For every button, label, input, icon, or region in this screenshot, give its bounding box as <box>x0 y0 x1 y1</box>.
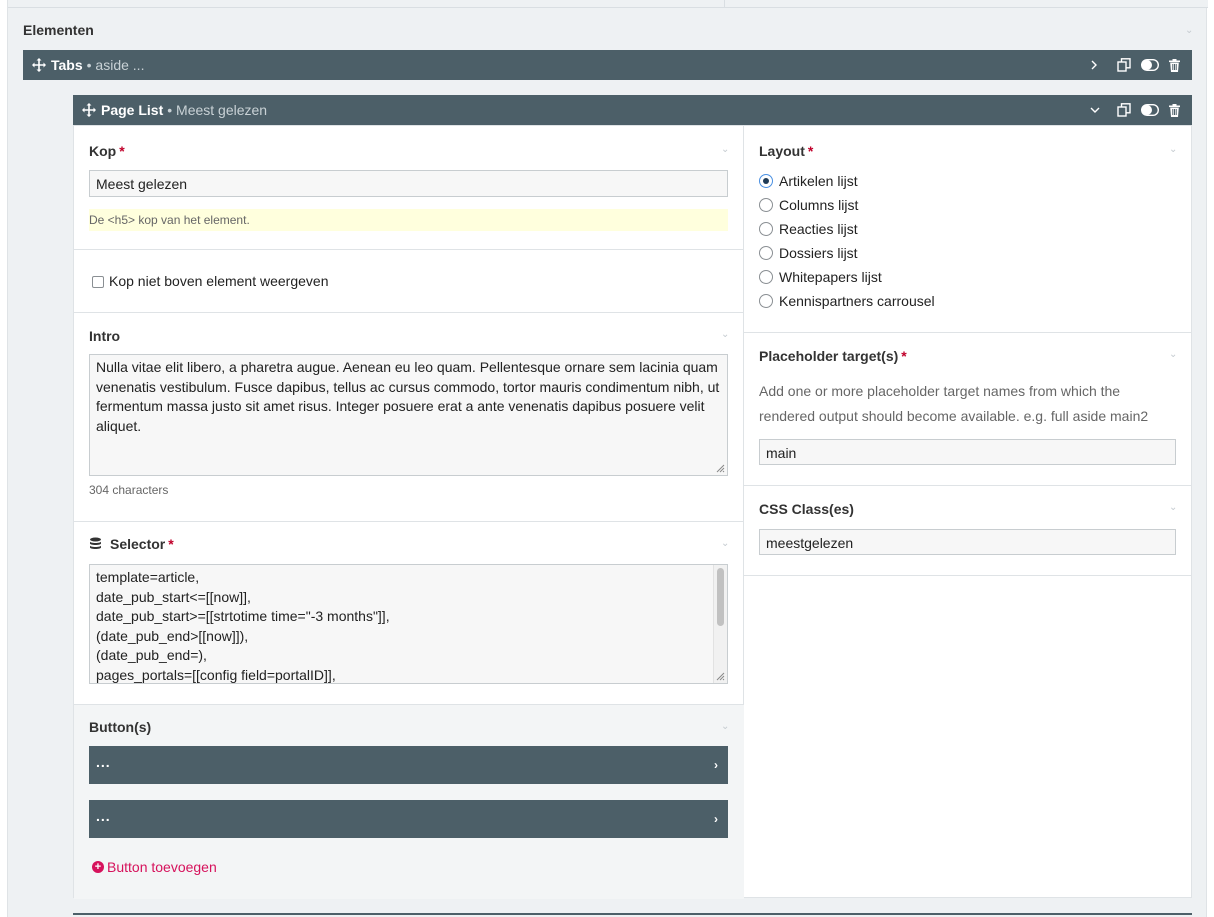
elements-panel: Elementen ⌄ Tabs • aside ... Page List •… <box>7 0 1208 917</box>
selector-scrollbar[interactable] <box>713 565 727 683</box>
scrollbar-thumb[interactable] <box>717 568 724 626</box>
button-item[interactable]: ... › <box>89 746 728 784</box>
button-item[interactable]: ... › <box>89 800 728 838</box>
radio-button[interactable] <box>759 198 773 212</box>
selector-line: date_pub_start>=[[strtotime time="-3 mon… <box>96 608 390 624</box>
resize-handle-icon[interactable] <box>716 672 725 681</box>
css-class-section: CSS Class(es) ⌄ meestgelezen <box>744 486 1192 576</box>
trash-icon[interactable] <box>1169 103 1180 117</box>
radio-button[interactable] <box>759 246 773 260</box>
chevron-down-icon[interactable] <box>1089 105 1101 115</box>
placeholder-label: Placeholder target(s) * <box>759 348 907 364</box>
pagelist-element-subtitle: • Meest gelezen <box>167 102 268 118</box>
layout-option-kennispartners[interactable]: Kennispartners carrousel <box>759 293 935 309</box>
selector-line: template=article, <box>96 569 200 585</box>
layout-label: Layout * <box>759 143 814 159</box>
right-column: Layout * ⌄ Artikelen lijst Columns lijst … <box>744 126 1192 576</box>
tabs-element-subtitle: • aside ... <box>86 57 145 73</box>
hide-heading-checkbox[interactable] <box>92 276 104 288</box>
chevron-down-icon[interactable]: ⌄ <box>721 329 729 340</box>
intro-textarea[interactable]: Nulla vitae elit libero, a pharetra augu… <box>89 354 728 476</box>
chevron-down-icon[interactable]: ⌄ <box>1169 349 1177 360</box>
move-icon[interactable] <box>31 57 47 73</box>
toggle-icon[interactable] <box>1141 104 1159 116</box>
trash-icon[interactable] <box>1169 58 1180 72</box>
add-button-label: Button toevoegen <box>107 859 217 875</box>
next-element-bar-edge <box>73 913 1192 915</box>
database-icon <box>90 537 101 549</box>
chevron-right-icon[interactable]: › <box>714 758 718 772</box>
kop-section: Kop * ⌄ Meest gelezen De <h5> kop van het… <box>74 126 743 250</box>
kop-input[interactable]: Meest gelezen <box>89 170 728 197</box>
selector-line: pages_portals=[[config field=portalID]], <box>96 666 336 683</box>
chevron-right-icon[interactable] <box>1089 59 1099 71</box>
layout-section: Layout * ⌄ Artikelen lijst Columns lijst … <box>744 126 1192 333</box>
placeholder-section: Placeholder target(s) * ⌄ Add one or more… <box>744 333 1192 486</box>
radio-button[interactable] <box>759 294 773 308</box>
move-icon[interactable] <box>81 102 97 118</box>
radio-button[interactable] <box>759 174 773 188</box>
kop-label: Kop * <box>89 143 125 159</box>
selector-line: date_pub_start<=[[now]], <box>96 588 251 605</box>
layout-option-artikelen[interactable]: Artikelen lijst <box>759 173 858 189</box>
top-strip <box>8 0 1208 8</box>
plus-circle-icon: + <box>92 861 104 873</box>
tabs-element-bar[interactable]: Tabs • aside ... <box>23 50 1192 80</box>
css-class-label: CSS Class(es) <box>759 501 854 517</box>
chevron-down-icon[interactable]: ⌄ <box>1185 25 1193 36</box>
layout-option-columns[interactable]: Columns lijst <box>759 197 858 213</box>
radio-button[interactable] <box>759 222 773 236</box>
selector-section: Selector * ⌄ template=article, date_pub_s… <box>74 522 743 705</box>
toggle-icon[interactable] <box>1141 59 1159 71</box>
add-button-link[interactable]: + Button toevoegen <box>92 859 217 875</box>
copy-icon[interactable] <box>1117 58 1131 72</box>
hide-heading-label: Kop niet boven element weergeven <box>109 273 329 289</box>
pagelist-element-title: Page List <box>101 102 164 118</box>
chevron-down-icon[interactable]: ⌄ <box>721 721 729 732</box>
layout-option-dossiers[interactable]: Dossiers lijst <box>759 245 858 261</box>
placeholder-help-text: Add one or more placeholder target names… <box>759 383 1149 424</box>
intro-label: Intro <box>89 328 121 344</box>
section-title: Elementen <box>23 22 94 38</box>
pagelist-form: Kop * ⌄ Meest gelezen De <h5> kop van het… <box>73 125 1192 899</box>
chevron-down-icon[interactable]: ⌄ <box>1169 502 1177 513</box>
left-column: Kop * ⌄ Meest gelezen De <h5> kop van het… <box>74 126 744 899</box>
tabs-element-title: Tabs <box>51 57 83 73</box>
chevron-down-icon[interactable]: ⌄ <box>1169 144 1177 155</box>
intro-text: Nulla vitae elit libero, a pharetra augu… <box>96 359 720 434</box>
placeholder-input[interactable]: main <box>759 439 1176 465</box>
radio-button[interactable] <box>759 270 773 284</box>
selector-line: (date_pub_end>[[now]]), <box>96 627 249 644</box>
chevron-down-icon[interactable]: ⌄ <box>721 144 729 155</box>
chevron-down-icon[interactable]: ⌄ <box>721 538 729 549</box>
resize-handle-icon[interactable] <box>716 464 725 473</box>
intro-section: Intro ⌄ Nulla vitae elit libero, a phare… <box>74 313 743 522</box>
css-class-input[interactable]: meestgelezen <box>759 529 1176 555</box>
selector-label: Selector * <box>89 536 174 552</box>
pagelist-element-bar[interactable]: Page List • Meest gelezen <box>73 95 1192 125</box>
selector-line: (date_pub_end=), <box>96 647 207 663</box>
chevron-right-icon[interactable]: › <box>714 812 718 826</box>
layout-option-whitepapers[interactable]: Whitepapers lijst <box>759 269 882 285</box>
hide-heading-section: Kop niet boven element weergeven <box>74 250 743 313</box>
copy-icon[interactable] <box>1117 103 1131 117</box>
kop-help-text: De <h5> kop van het element. <box>89 209 728 231</box>
intro-char-count: 304 characters <box>89 483 169 497</box>
layout-option-reacties[interactable]: Reacties lijst <box>759 221 858 237</box>
buttons-label: Button(s) <box>89 719 152 735</box>
selector-textarea[interactable]: template=article, date_pub_start<=[[now]… <box>89 564 728 684</box>
